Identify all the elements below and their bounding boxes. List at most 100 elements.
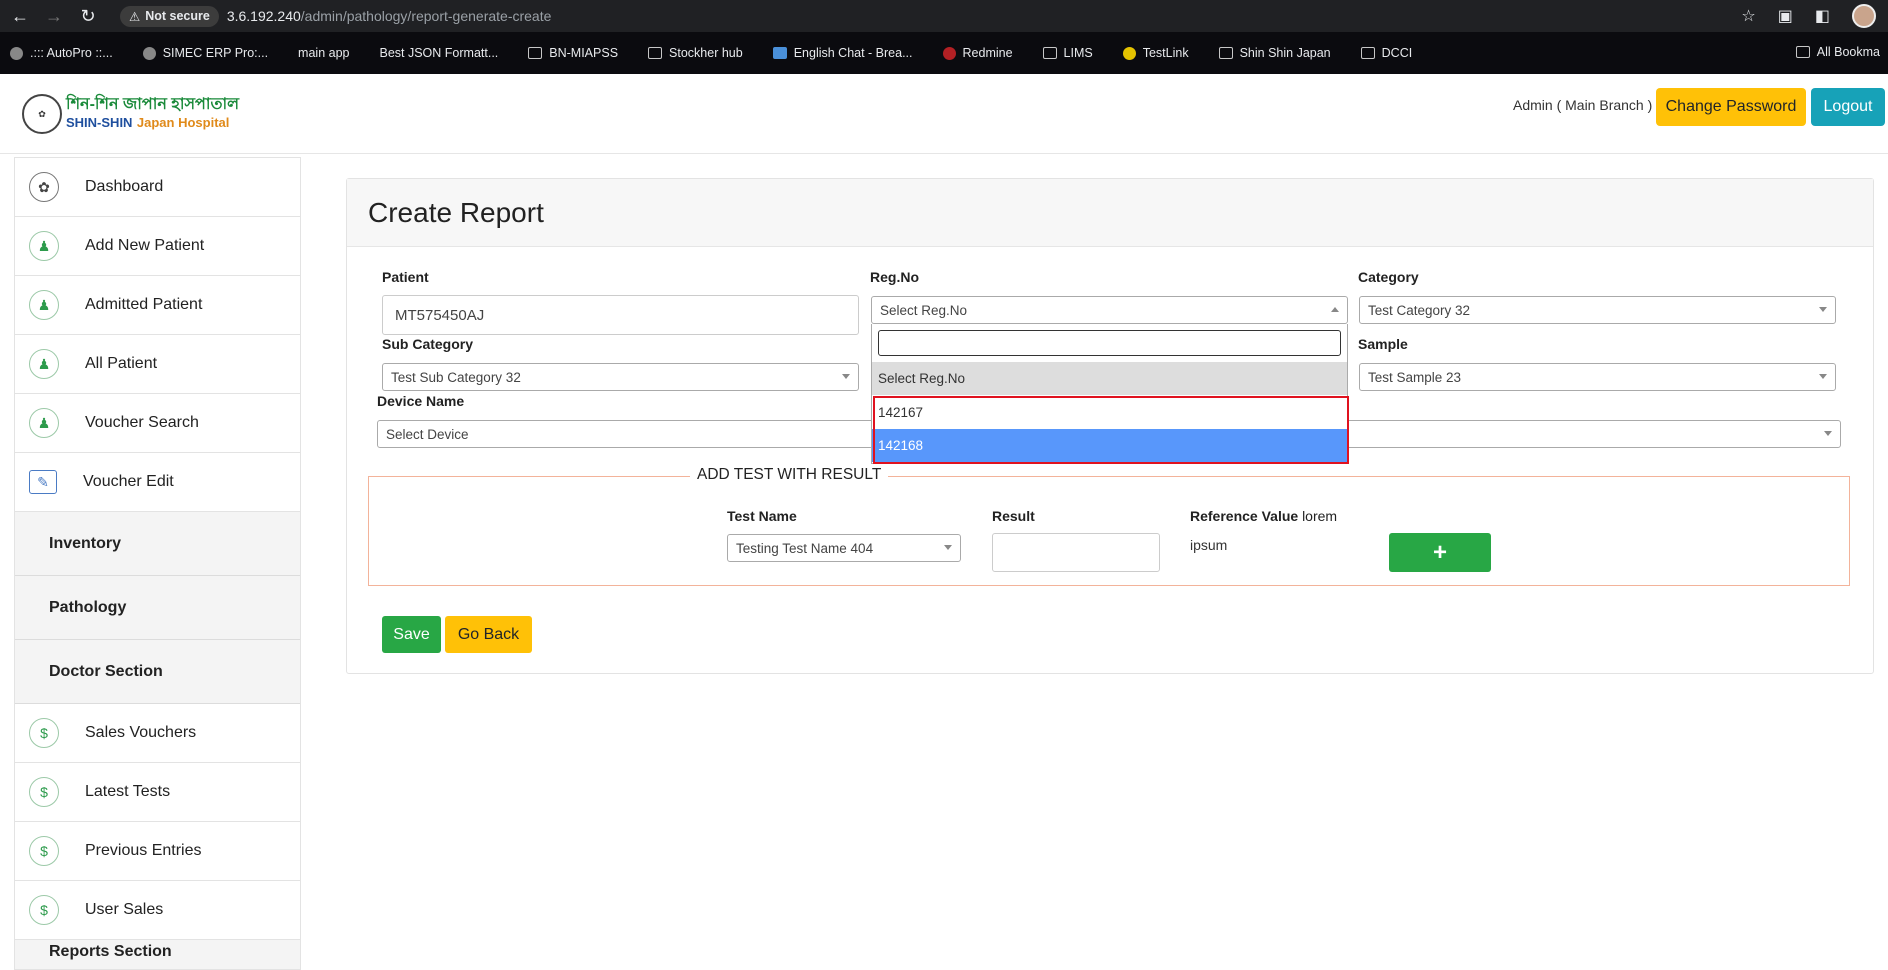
address-bar[interactable]: ⚠ Not secure 3.6.192.240 /admin/patholog… <box>120 4 1760 28</box>
sidebar-item-sales-vouchers[interactable]: $ Sales Vouchers <box>15 704 300 763</box>
bookmark-item[interactable]: TestLink <box>1122 46 1189 60</box>
dashboard-icon: ✿ <box>29 172 59 202</box>
dropdown-option-placeholder[interactable]: Select Reg.No <box>872 362 1347 395</box>
bookmark-item[interactable]: SIMEC ERP Pro:... <box>142 46 268 60</box>
sidebar-item-all-patient[interactable]: ♟ All Patient <box>15 335 300 394</box>
result-label: Result <box>992 508 1035 524</box>
sidebar: ✿ Dashboard ♟ Add New Patient ♟ Admitted Pa… <box>14 157 301 970</box>
folder-icon <box>1360 47 1375 59</box>
change-password-button[interactable]: Change Password <box>1656 88 1806 126</box>
bookmark-folder[interactable]: Shin Shin Japan <box>1218 46 1331 60</box>
bookmark-folder[interactable]: DCCI <box>1360 46 1412 60</box>
sidebar-item-latest-tests[interactable]: $ Latest Tests <box>15 763 300 822</box>
all-bookmarks[interactable]: All Bookma <box>1795 45 1880 59</box>
chevron-down-icon <box>1819 307 1827 312</box>
annotation-highlight-box <box>873 396 1349 464</box>
add-test-button[interactable]: + <box>1389 533 1491 572</box>
sidebar-item-admitted-patient[interactable]: ♟ Admitted Patient <box>15 276 300 335</box>
subcategory-select[interactable]: Test Sub Category 32 <box>382 363 859 391</box>
profile-avatar[interactable] <box>1852 4 1876 28</box>
hospital-logo[interactable]: ✿ শিন-শিন জাপান হাসপাতাল SHIN-SHIN Japan… <box>22 94 239 134</box>
page-icon <box>772 47 787 59</box>
category-label: Category <box>1358 269 1419 285</box>
dropdown-search-input[interactable] <box>878 330 1341 356</box>
patient-icon: ♟ <box>29 231 59 261</box>
not-secure-badge[interactable]: ⚠ Not secure <box>120 5 219 27</box>
sidebar-section-doctor[interactable]: Doctor Section <box>15 640 300 704</box>
reference-value: Reference Value lorem <box>1190 508 1338 524</box>
hospital-seal-icon: ✿ <box>22 94 62 134</box>
result-input[interactable] <box>992 533 1160 572</box>
user-branch-label: Admin ( Main Branch ) <box>1513 97 1653 113</box>
patient-icon: ♟ <box>29 290 59 320</box>
go-back-button[interactable]: Go Back <box>445 616 532 653</box>
sidebar-item-add-new-patient[interactable]: ♟ Add New Patient <box>15 217 300 276</box>
bookmark-folder[interactable]: LIMS <box>1042 46 1093 60</box>
chevron-up-icon <box>1331 307 1339 312</box>
sample-label: Sample <box>1358 336 1408 352</box>
app-header: ✿ শিন-শিন জাপান হাসপাতাল SHIN-SHIN Japan… <box>0 74 1888 154</box>
test-name-select[interactable]: Testing Test Name 404 <box>727 534 961 562</box>
money-icon: $ <box>29 718 59 748</box>
patient-label: Patient <box>382 269 429 285</box>
sidebar-item-voucher-search[interactable]: ♟ Voucher Search <box>15 394 300 453</box>
bookmark-item[interactable]: English Chat - Brea... <box>772 46 913 60</box>
extensions-icon[interactable]: ▣ <box>1778 6 1793 26</box>
category-select[interactable]: Test Category 32 <box>1359 296 1836 324</box>
patient-icon: ♟ <box>29 349 59 379</box>
sidebar-item-dashboard[interactable]: ✿ Dashboard <box>15 158 300 217</box>
sidebar-section-pathology[interactable]: Pathology <box>15 576 300 640</box>
test-name-label: Test Name <box>727 508 797 524</box>
patient-input[interactable]: MT575450AJ <box>382 295 859 335</box>
redmine-icon <box>942 46 956 60</box>
warning-icon: ⚠ <box>129 9 141 24</box>
chevron-down-icon <box>1824 431 1832 436</box>
reload-icon[interactable]: ↻ <box>74 2 102 30</box>
url-path: /admin/pathology/report-generate-create <box>300 8 552 24</box>
subcategory-label: Sub Category <box>382 336 474 352</box>
globe-icon <box>10 46 23 60</box>
folder-icon <box>528 47 543 59</box>
browser-toolbar: ← → ↻ ⚠ Not secure 3.6.192.240 /admin/pa… <box>0 0 1888 32</box>
regno-label: Reg.No <box>870 269 919 285</box>
reference-value-cont: ipsum <box>1190 537 1228 553</box>
sample-select[interactable]: Test Sample 23 <box>1359 363 1836 391</box>
bookmark-item[interactable]: main app <box>298 46 349 60</box>
money-icon: $ <box>29 836 59 866</box>
patient-icon: ♟ <box>29 408 59 438</box>
sidebar-item-voucher-edit[interactable]: ✎ Voucher Edit <box>15 453 300 512</box>
sidebar-section-inventory[interactable]: Inventory <box>15 512 300 576</box>
voucher-edit-icon: ✎ <box>29 470 57 494</box>
fieldset-legend: ADD TEST WITH RESULT <box>690 466 889 484</box>
sidebar-item-previous-entries[interactable]: $ Previous Entries <box>15 822 300 881</box>
sidebar-item-user-sales[interactable]: $ User Sales <box>15 881 300 940</box>
testlink-icon <box>1122 46 1136 60</box>
folder-icon <box>1042 47 1057 59</box>
folder-icon <box>648 47 663 59</box>
device-label: Device Name <box>377 393 465 409</box>
save-button[interactable]: Save <box>382 616 441 653</box>
forward-arrow-icon[interactable]: → <box>40 2 68 30</box>
bookmark-item[interactable]: Redmine <box>942 46 1013 60</box>
bookmark-folder[interactable]: BN-MIAPSS <box>528 46 618 60</box>
star-icon[interactable]: ☆ <box>1741 6 1755 26</box>
chevron-down-icon <box>1819 374 1827 379</box>
page-title: Create Report <box>347 179 1873 247</box>
url-host: 3.6.192.240 <box>226 8 301 24</box>
money-icon: $ <box>29 895 59 925</box>
folder-icon <box>1795 46 1810 58</box>
bookmark-item[interactable]: Best JSON Formatt... <box>379 46 498 60</box>
bookmarks-bar: .::: AutoPro ::... SIMEC ERP Pro:... mai… <box>0 32 1888 74</box>
regno-select[interactable]: Select Reg.No <box>871 296 1348 324</box>
globe-icon <box>142 46 156 60</box>
folder-icon <box>1218 47 1233 59</box>
logout-button[interactable]: Logout <box>1811 88 1885 126</box>
bookmark-folder[interactable]: Stockher hub <box>648 46 743 60</box>
chevron-down-icon <box>842 374 850 379</box>
money-icon: $ <box>29 777 59 807</box>
chevron-down-icon <box>944 545 952 550</box>
sidepanel-icon[interactable]: ◧ <box>1815 6 1830 26</box>
back-arrow-icon[interactable]: ← <box>6 2 34 30</box>
sidebar-section-reports[interactable]: Reports Section <box>15 940 300 969</box>
bookmark-item[interactable]: .::: AutoPro ::... <box>10 46 113 60</box>
